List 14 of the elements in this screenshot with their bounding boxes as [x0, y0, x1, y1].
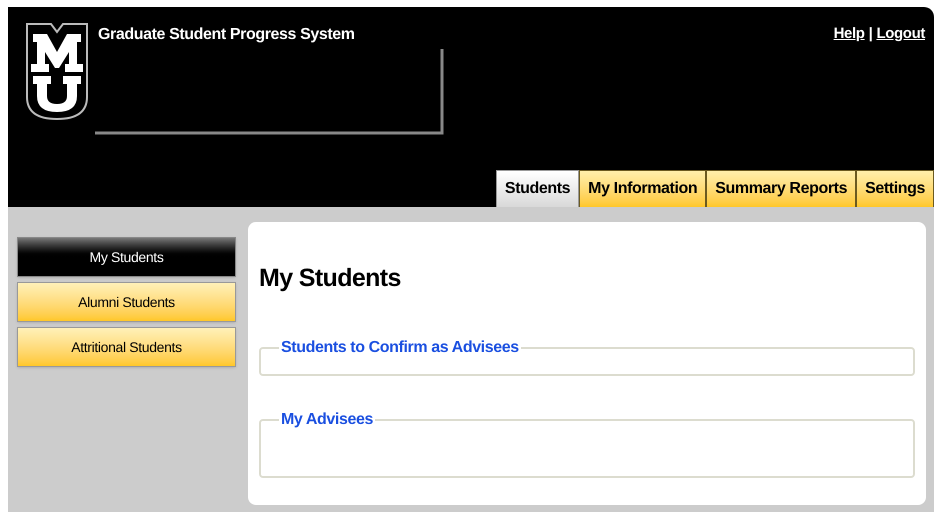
sidebar-item[interactable]: Alumni Students [17, 282, 236, 322]
sidebar-item[interactable]: My Students [17, 237, 236, 277]
nav-tab[interactable]: Students [496, 170, 580, 207]
link-separator: | [868, 24, 872, 44]
section-title: Students to Confirm as Advisees [280, 338, 520, 358]
nav-tab[interactable]: Settings [856, 170, 934, 207]
header-link[interactable]: Logout [876, 23, 925, 46]
page-heading: My Students [259, 263, 402, 294]
nav-tab[interactable]: My Information [579, 170, 706, 207]
nav-tab[interactable]: Summary Reports [706, 170, 856, 207]
section-title: My Advisees [280, 410, 374, 430]
header-link[interactable]: Help [834, 23, 865, 46]
sidebar-item[interactable]: Attritional Students [17, 327, 236, 367]
app-title: Graduate Student Progress System [98, 25, 355, 45]
